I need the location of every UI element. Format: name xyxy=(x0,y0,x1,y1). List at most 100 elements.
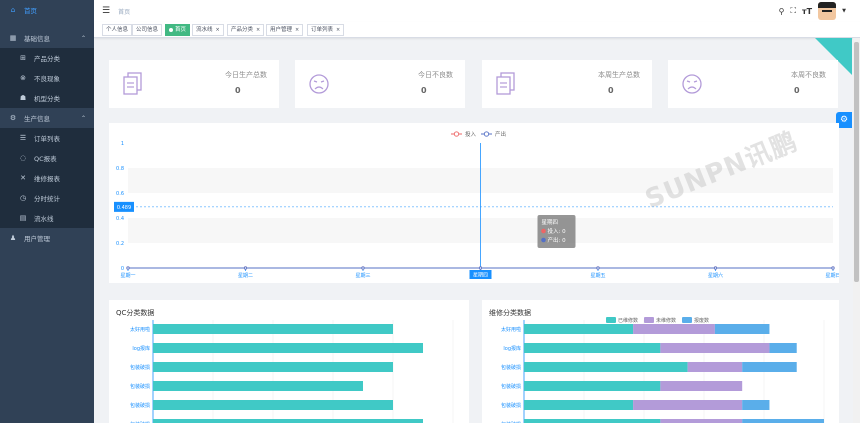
data-point[interactable] xyxy=(243,266,248,270)
avatar[interactable] xyxy=(818,2,837,20)
bar[interactable] xyxy=(153,343,423,353)
line-icon: ▤ xyxy=(19,214,27,222)
sidebar-item-home[interactable]: ⌂ 首页 xyxy=(0,0,94,20)
tag-6[interactable]: 订单列表 × xyxy=(307,24,345,36)
bar-segment[interactable] xyxy=(769,343,797,353)
data-point[interactable] xyxy=(596,266,600,270)
bar-segment[interactable] xyxy=(524,324,634,334)
bar-segment[interactable] xyxy=(524,400,634,410)
tag-label: 首页 xyxy=(175,27,187,33)
tag-3[interactable]: 流水线 × xyxy=(192,24,224,36)
wrench-icon: ✕ xyxy=(20,174,26,182)
sidebar-item-product-category[interactable]: ⊞ 产品分类 xyxy=(0,48,94,68)
data-point[interactable] xyxy=(831,266,835,270)
repair-chart[interactable]: 已维修数未维修数报废数太好用啦log报库包装破损包装破损包装破损包装破损 xyxy=(482,300,839,423)
caret-down-icon[interactable]: ▼ xyxy=(842,8,846,14)
close-icon[interactable]: × xyxy=(256,27,260,33)
clock-icon: ◷ xyxy=(19,194,27,202)
bar-segment[interactable] xyxy=(633,324,715,334)
eye xyxy=(686,80,691,83)
x-tick-label: 星期二 xyxy=(238,273,253,279)
active-dot-icon xyxy=(169,27,173,32)
data-point[interactable] xyxy=(478,266,483,270)
bar-segment[interactable] xyxy=(742,362,797,372)
sidebar-item-orders[interactable]: ☰ 订单列表 xyxy=(0,128,94,148)
sidebar-item-production[interactable]: ⚙ 生产信息 ⌃ xyxy=(0,108,94,128)
bar-segment[interactable] xyxy=(714,324,770,334)
scrollbar[interactable] xyxy=(853,38,860,423)
sidebar-item-defects[interactable]: ⊗ 不良现象 xyxy=(0,68,94,88)
tooltip-title: 星期四 xyxy=(542,219,559,226)
qc-chart[interactable]: 太好用啦log报库包装破损包装破损包装破损包装破损 xyxy=(109,300,469,423)
sidebar-item-assembly-line[interactable]: ▤ 流水线 xyxy=(0,208,94,228)
close-icon[interactable]: × xyxy=(216,27,220,33)
tag-4[interactable]: 产品分类 × xyxy=(227,24,265,36)
tag-label: 订单列表 xyxy=(311,27,334,33)
tag-1[interactable]: 公司信息 xyxy=(132,24,163,36)
bar[interactable] xyxy=(153,362,393,372)
sidebar-item-hourly-stats[interactable]: ◷ 分时统计 xyxy=(0,188,94,208)
user-icon: ♟ xyxy=(9,234,17,242)
tag-0[interactable]: 个人信息 xyxy=(102,24,133,36)
legend-label: 产出 xyxy=(495,130,506,138)
tag-5[interactable]: 用户管理 × xyxy=(266,24,304,36)
legend-marker[interactable] xyxy=(453,131,460,137)
bar-segment[interactable] xyxy=(660,343,770,353)
legend-swatch[interactable] xyxy=(644,317,654,323)
bar-segment[interactable] xyxy=(687,362,743,372)
bar[interactable] xyxy=(153,324,393,334)
hamburger-icon[interactable]: ☰ xyxy=(102,6,110,16)
bar-segment[interactable] xyxy=(742,400,770,410)
tag-2[interactable]: 首页 xyxy=(165,24,191,36)
tag-label: 个人信息 xyxy=(106,27,129,33)
fullscreen-icon[interactable]: ⛶ xyxy=(790,6,796,16)
bar[interactable] xyxy=(153,419,423,423)
y-tick-label: 0 xyxy=(121,266,124,272)
sidebar-item-qc-report[interactable]: ◌ QC报表 xyxy=(0,148,94,168)
sidebar-item-repair-report[interactable]: ✕ 维修报表 xyxy=(0,168,94,188)
bar-segment[interactable] xyxy=(742,419,824,423)
grid-icon: ⊞ xyxy=(20,54,26,62)
doc-front xyxy=(123,76,138,95)
bar-segment[interactable] xyxy=(524,362,688,372)
breadcrumb[interactable]: 首页 xyxy=(118,7,130,16)
legend-label: 未维修数 xyxy=(656,317,676,324)
bar-segment[interactable] xyxy=(633,400,743,410)
face xyxy=(682,74,702,94)
bar-segment[interactable] xyxy=(524,419,661,423)
y-tick-label: 包装破损 xyxy=(501,364,521,371)
data-point[interactable] xyxy=(361,266,365,270)
tag-label: 流水线 xyxy=(196,27,213,33)
y-tick-label: 包装破损 xyxy=(130,402,150,409)
sidebar-item-users[interactable]: ♟ 用户管理 xyxy=(0,228,94,248)
cube-icon: ☗ xyxy=(19,94,27,102)
sidebar-item-basic[interactable]: ▦ 基础信息 ⌃ xyxy=(0,28,94,48)
close-icon[interactable]: × xyxy=(295,27,299,33)
bar-segment[interactable] xyxy=(660,381,743,391)
search-icon[interactable]: ⚲ xyxy=(779,7,785,16)
close-icon[interactable]: × xyxy=(336,27,340,33)
bar-segment[interactable] xyxy=(660,419,743,423)
legend-swatch[interactable] xyxy=(606,317,616,323)
stat-card: 今日不良数 0 xyxy=(295,60,465,108)
scrollbar-thumb[interactable] xyxy=(854,42,859,282)
y-tick-label: 太好用啦 xyxy=(501,326,521,333)
bar-segment[interactable] xyxy=(524,381,661,391)
data-point[interactable] xyxy=(713,266,718,270)
data-point[interactable] xyxy=(126,266,130,270)
sidebar-item-model-category[interactable]: ☗ 机型分类 xyxy=(0,88,94,108)
bar-segment[interactable] xyxy=(524,343,661,353)
eye xyxy=(320,80,325,83)
legend-marker[interactable] xyxy=(483,131,490,137)
bar[interactable] xyxy=(153,381,363,391)
doc-front xyxy=(496,76,511,95)
tag-label: 用户管理 xyxy=(270,27,293,33)
tooltip-row: 产出: 0 xyxy=(548,236,567,244)
legend-swatch[interactable] xyxy=(682,317,692,323)
stat-value: 0 xyxy=(235,86,241,95)
bar[interactable] xyxy=(153,400,393,410)
y-tick-label: 0.4 xyxy=(116,216,124,222)
font-size-icon[interactable]: тT xyxy=(802,7,812,16)
y-tick-label: 1 xyxy=(121,141,124,147)
header-tools: ⚲ ⛶ тT ▼ xyxy=(779,2,846,20)
